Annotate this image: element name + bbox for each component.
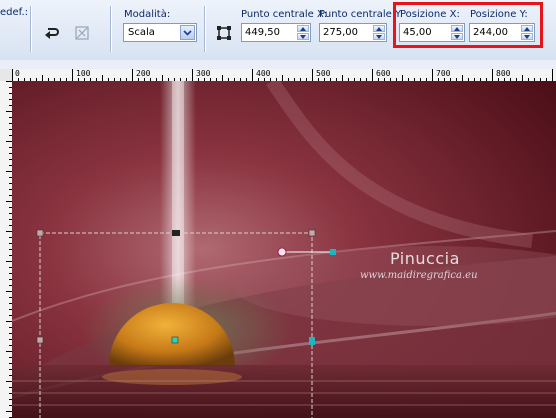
canvas-artwork [12, 81, 556, 418]
ruler-ticks [6, 81, 12, 418]
center-x-value: 449,50 [245, 27, 280, 38]
rotation-handle-icon[interactable] [277, 247, 287, 257]
toolbar-separator [30, 6, 31, 52]
mode-select-value: Scala [128, 27, 155, 38]
mode-select[interactable]: Scala [123, 23, 197, 42]
image-canvas[interactable]: Pinuccia www.maidiregrafica.eu [12, 81, 556, 418]
left-edge-handle[interactable] [36, 336, 44, 344]
top-edge-handle[interactable] [172, 230, 180, 236]
highlight-box [393, 2, 543, 48]
spin-up-icon[interactable] [297, 25, 309, 32]
center-x-field[interactable]: 449,50 [241, 23, 311, 42]
spin-up-icon[interactable] [373, 25, 385, 32]
corner-handle[interactable] [308, 229, 316, 237]
right-edge-handle[interactable] [309, 337, 315, 345]
ruler-ticks [12, 69, 553, 81]
ruler-label: 800 [496, 69, 511, 78]
chevron-down-icon[interactable] [180, 25, 195, 40]
rotation-end-handle[interactable] [330, 249, 336, 255]
ruler-label: 300 [196, 69, 211, 78]
preset-label: edef.: [0, 7, 28, 18]
ruler-label: 100 [76, 69, 91, 78]
ruler-label: 700 [436, 69, 451, 78]
mode-label: Modalità: [124, 9, 171, 20]
water-reflection [12, 365, 556, 418]
watermark-url: www.maidiregrafica.eu [360, 270, 478, 281]
ruler-label: 600 [376, 69, 391, 78]
toolbar-separator [110, 6, 111, 52]
spin-down-icon[interactable] [297, 33, 309, 40]
watermark-name: Pinuccia [390, 249, 460, 268]
pivot-handle[interactable] [171, 336, 179, 344]
ruler-corner [0, 69, 12, 81]
cancel-transform-icon[interactable] [70, 21, 94, 45]
center-handle-icon[interactable] [212, 21, 236, 45]
corner-handle[interactable] [36, 229, 44, 237]
reset-icon[interactable] [40, 21, 64, 45]
spin-down-icon[interactable] [373, 33, 385, 40]
center-y-label: Punto centrale Y: [319, 9, 404, 20]
ruler-label: 500 [316, 69, 331, 78]
ruler-label: 0 [15, 69, 20, 78]
center-y-field[interactable]: 275,00 [319, 23, 387, 42]
tool-options-toolbar: edef.: Modalità: Scala Punto centrale X:… [0, 0, 556, 61]
sun-reflection [102, 369, 242, 385]
center-x-label: Punto centrale X: [241, 9, 328, 20]
ruler-label: 200 [136, 69, 151, 78]
center-y-value: 275,00 [323, 27, 358, 38]
toolbar-separator [204, 6, 205, 52]
ruler-label: 400 [256, 69, 271, 78]
